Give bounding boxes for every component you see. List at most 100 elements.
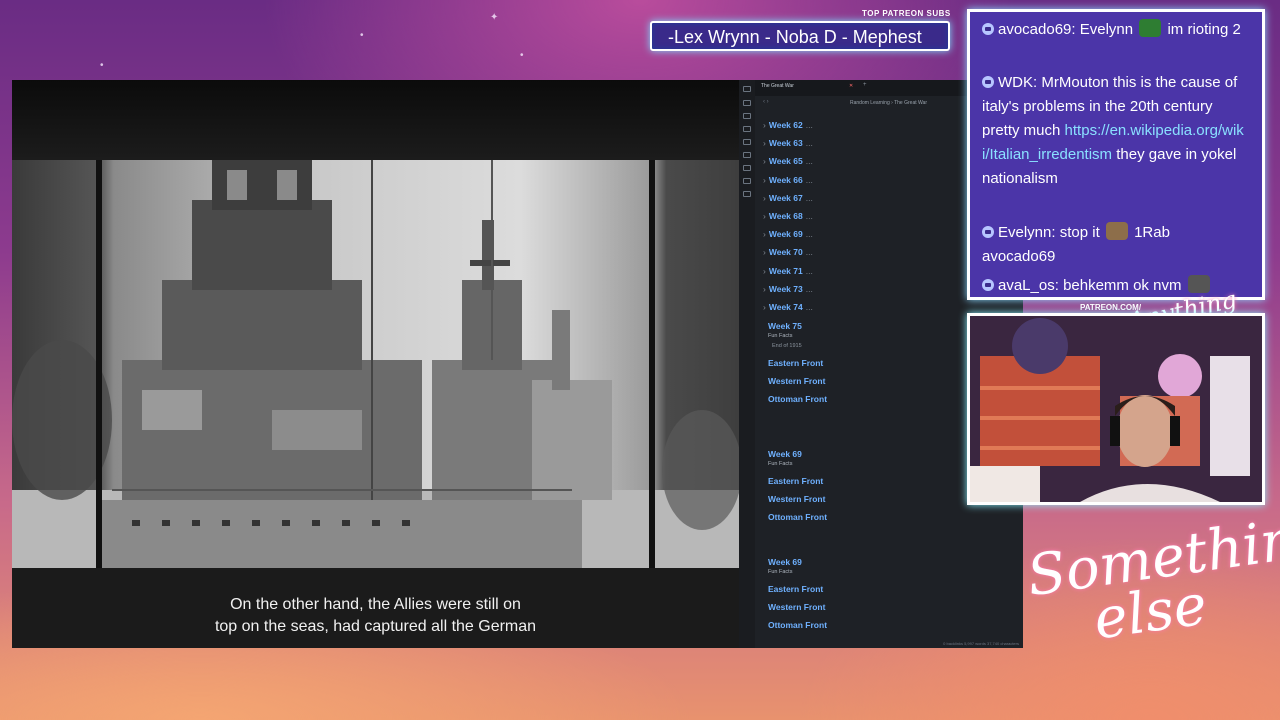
outline-item-label: Week 68 bbox=[768, 211, 803, 221]
subtitle-line: top on the seas, had captured all the Ge… bbox=[214, 618, 537, 635]
editor-ribbon bbox=[739, 80, 755, 648]
webcam-image bbox=[970, 316, 1262, 502]
chat-username[interactable]: avocado69 bbox=[998, 21, 1071, 38]
chat-badge-icon bbox=[982, 226, 994, 238]
send-icon[interactable] bbox=[743, 191, 751, 197]
battleship-footage-image bbox=[12, 160, 739, 568]
collapsed-ellipsis: ... bbox=[805, 211, 813, 221]
nav-back-forward-icon[interactable]: ‹ › bbox=[763, 99, 769, 105]
chat-badge-icon bbox=[982, 23, 994, 35]
collapsed-ellipsis: ... bbox=[805, 192, 813, 203]
front-link[interactable]: Western Front bbox=[768, 376, 825, 386]
heading-week[interactable]: Week 69 bbox=[768, 449, 802, 459]
fun-facts-label: Fun Facts bbox=[768, 333, 793, 339]
front-link[interactable]: Ottoman Front bbox=[768, 394, 827, 404]
file-icon[interactable] bbox=[743, 100, 751, 106]
outline-item[interactable]: › Week 66... bbox=[763, 175, 813, 185]
command-icon[interactable] bbox=[743, 152, 751, 158]
patreon-subs-box: -Lex Wrynn - Noba D - Mephest bbox=[650, 21, 950, 51]
chat-panel: avocado69: Evelynn im rioting 2 WDK: MrM… bbox=[967, 9, 1265, 300]
chevron-right-icon[interactable]: › bbox=[763, 175, 766, 185]
canvas-icon[interactable] bbox=[743, 139, 751, 145]
outline-item[interactable]: › Week 63... bbox=[763, 138, 813, 148]
chat-text: im rioting 2 bbox=[1167, 21, 1241, 38]
chevron-right-icon[interactable]: › bbox=[763, 247, 766, 257]
webcam-feed bbox=[967, 313, 1265, 505]
sparkle-icon: • bbox=[520, 50, 524, 61]
chat-text: Evelynn bbox=[1079, 21, 1134, 38]
outline-item[interactable]: › Week 70... bbox=[763, 247, 813, 257]
outline-item[interactable]: › Week 74... bbox=[763, 302, 813, 312]
status-bar: 0 backlinks 5,997 words 37,740 character… bbox=[943, 641, 1019, 646]
chat-badge-icon bbox=[982, 76, 994, 88]
collapsed-ellipsis: ... bbox=[805, 120, 813, 130]
chevron-right-icon[interactable]: › bbox=[763, 266, 766, 276]
chevron-right-icon[interactable]: › bbox=[763, 229, 766, 239]
outline-item[interactable]: › Week 69... bbox=[763, 229, 813, 239]
outline-item[interactable]: › Week 65... bbox=[763, 156, 813, 166]
outline-item-label: Week 73 bbox=[768, 283, 803, 294]
chevron-right-icon[interactable]: › bbox=[763, 120, 766, 130]
film-edge bbox=[649, 160, 655, 568]
front-link[interactable]: Eastern Front bbox=[768, 476, 823, 486]
tab-the-great-war[interactable]: The Great War bbox=[761, 83, 794, 89]
chevron-right-icon[interactable]: › bbox=[763, 284, 766, 294]
chat-text: behkemm ok nvm bbox=[1063, 277, 1182, 294]
outline-item-label: Week 74 bbox=[768, 302, 803, 312]
terminal-icon[interactable] bbox=[743, 165, 751, 171]
close-tab-icon[interactable]: ✕ bbox=[849, 83, 853, 89]
collapsed-ellipsis: ... bbox=[805, 265, 813, 276]
collapsed-ellipsis: ... bbox=[805, 302, 813, 312]
chat-message: WDK: MrMouton this is the cause of italy… bbox=[982, 74, 1244, 187]
collapsed-ellipsis: ... bbox=[805, 283, 813, 294]
new-tab-icon[interactable]: + bbox=[863, 82, 867, 88]
chat-username[interactable]: Evelynn bbox=[998, 224, 1051, 241]
calendar-icon[interactable] bbox=[743, 126, 751, 132]
outline-item[interactable]: › Week 68... bbox=[763, 211, 813, 221]
front-link[interactable]: Western Front bbox=[768, 494, 825, 504]
chevron-right-icon[interactable]: › bbox=[763, 138, 766, 148]
patreon-subs-label: TOP PATREON SUBS bbox=[862, 9, 951, 18]
outline-item[interactable]: › Week 73... bbox=[763, 284, 813, 294]
outline-item-label: Week 69 bbox=[768, 229, 803, 240]
outline-item-label: Week 70 bbox=[768, 247, 803, 258]
chevron-right-icon[interactable]: › bbox=[763, 156, 766, 166]
emote-icon bbox=[1139, 19, 1162, 37]
heading-week[interactable]: Week 69 bbox=[768, 557, 802, 567]
chat-message: Evelynn: stop it 1Rab avocado69 bbox=[982, 222, 1170, 265]
collapsed-ellipsis: ... bbox=[805, 247, 813, 258]
copy-icon[interactable] bbox=[743, 178, 751, 184]
heading-week[interactable]: Week 75 bbox=[768, 321, 802, 331]
fun-facts-label: Fun Facts bbox=[768, 569, 793, 575]
front-link[interactable]: Eastern Front bbox=[768, 358, 823, 368]
brand-logo: Something else bbox=[1023, 502, 1280, 655]
chevron-right-icon[interactable]: › bbox=[763, 302, 766, 312]
chat-text: stop it bbox=[1059, 224, 1100, 241]
collapsed-ellipsis: ... bbox=[805, 156, 813, 167]
collapsed-ellipsis: ... bbox=[805, 174, 813, 185]
chat-badge-icon bbox=[982, 279, 994, 291]
front-link[interactable]: Ottoman Front bbox=[768, 620, 827, 630]
sub-note: End of 1915 bbox=[772, 343, 802, 349]
chat-username[interactable]: avaL_os bbox=[998, 277, 1055, 294]
outline-item-label: Week 62 bbox=[768, 120, 803, 130]
outline-item[interactable]: › Week 71... bbox=[763, 266, 813, 276]
sparkle-icon: • bbox=[100, 60, 104, 71]
subtitle-line: On the other hand, the Allies were still… bbox=[230, 596, 521, 613]
video-player[interactable]: On the other hand, the Allies were still… bbox=[12, 80, 739, 648]
front-link[interactable]: Eastern Front bbox=[768, 584, 823, 594]
front-link[interactable]: Ottoman Front bbox=[768, 512, 827, 522]
chevron-right-icon[interactable]: › bbox=[763, 211, 766, 221]
chevron-right-icon[interactable]: › bbox=[763, 193, 766, 203]
film-edge bbox=[96, 160, 102, 568]
video-subtitle: On the other hand, the Allies were still… bbox=[12, 594, 739, 638]
sidebar-toggle-icon[interactable] bbox=[743, 86, 751, 92]
outline-item-label: Week 67 bbox=[768, 192, 803, 203]
front-link[interactable]: Western Front bbox=[768, 602, 825, 612]
outline-item[interactable]: › Week 67... bbox=[763, 193, 813, 203]
outline-item-label: Week 65 bbox=[768, 156, 803, 167]
sparkle-icon: • bbox=[360, 30, 364, 41]
chat-username[interactable]: WDK bbox=[998, 74, 1033, 91]
outline-item[interactable]: › Week 62... bbox=[763, 120, 813, 130]
graph-icon[interactable] bbox=[743, 113, 751, 119]
